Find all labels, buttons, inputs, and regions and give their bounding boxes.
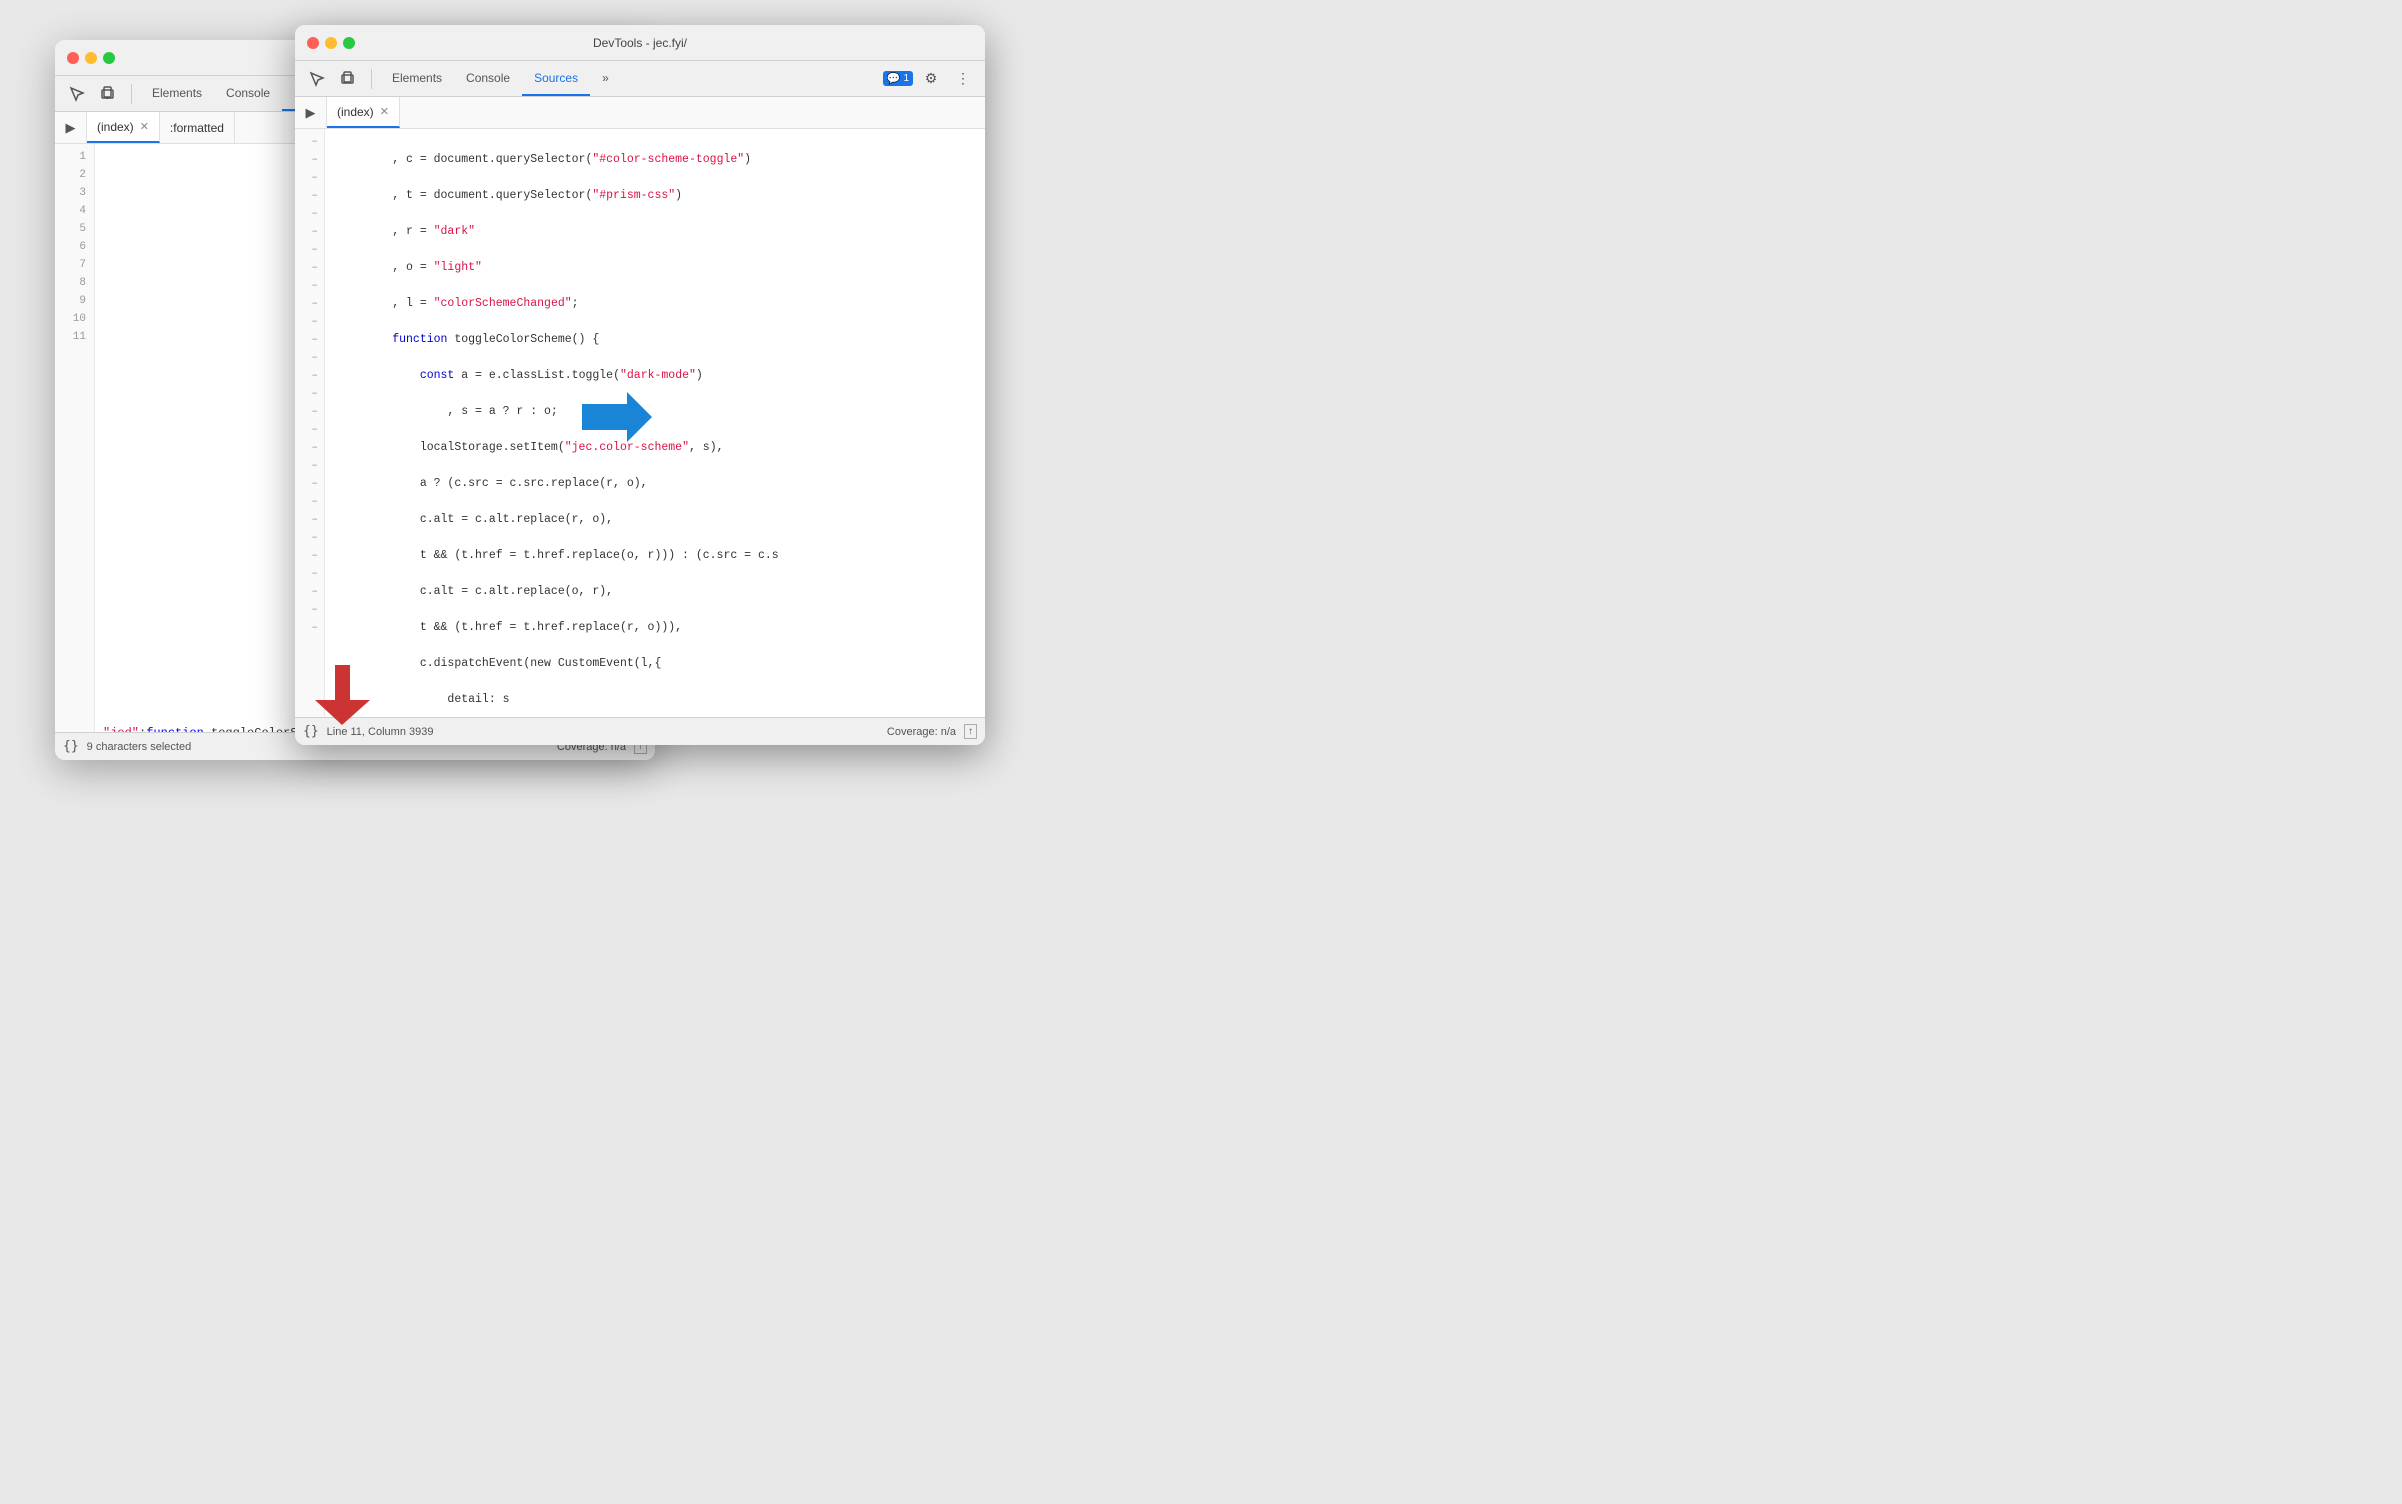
blue-arrow xyxy=(582,392,652,442)
close-button-front[interactable] xyxy=(307,37,319,49)
file-tab-index-back[interactable]: (index) ✕ xyxy=(87,112,160,143)
toolbar-front: Elements Console Sources » 💬 1 ⚙ ⋮ xyxy=(295,61,985,97)
toolbar-divider-back xyxy=(131,84,132,104)
settings-icon-front[interactable]: ⚙ xyxy=(917,65,945,93)
maximize-button-front[interactable] xyxy=(343,37,355,49)
tab-console-back[interactable]: Console xyxy=(214,76,282,111)
sidebar-toggle-back[interactable]: ▶ xyxy=(55,112,87,144)
device-icon[interactable] xyxy=(95,80,123,108)
file-tab-index-front[interactable]: (index) ✕ xyxy=(327,97,400,128)
gutter-front: – – – – – – – – – – – – – – – – – – – – xyxy=(295,129,325,717)
status-text-back: 9 characters selected xyxy=(87,741,192,753)
status-bar-front: {} Line 11, Column 3939 Coverage: n/a ↑ xyxy=(295,717,985,745)
tab-elements-front[interactable]: Elements xyxy=(380,61,454,96)
status-right-front: Coverage: n/a ↑ xyxy=(887,724,977,739)
tab-elements-back[interactable]: Elements xyxy=(140,76,214,111)
maximize-button-back[interactable] xyxy=(103,52,115,64)
file-tab-formatted-back[interactable]: :formatted xyxy=(160,112,235,143)
more-icon-front[interactable]: ⋮ xyxy=(949,65,977,93)
tab-console-front[interactable]: Console xyxy=(454,61,522,96)
curly-braces-icon-back[interactable]: {} xyxy=(63,739,79,754)
minimize-button-front[interactable] xyxy=(325,37,337,49)
status-line-text: Line 11, Column 3939 xyxy=(327,726,434,738)
tab-more-front[interactable]: » xyxy=(590,61,621,96)
minimize-button-back[interactable] xyxy=(85,52,97,64)
file-tab-close-front[interactable]: ✕ xyxy=(380,105,389,118)
traffic-lights-back xyxy=(67,52,115,64)
close-button-back[interactable] xyxy=(67,52,79,64)
red-arrow-actual xyxy=(315,665,370,725)
toolbar-right-front: 💬 1 ⚙ ⋮ xyxy=(883,65,977,93)
device-icon-front[interactable] xyxy=(335,65,363,93)
sidebar-toggle-front[interactable]: ▶ xyxy=(295,97,327,129)
front-code-content[interactable]: , c = document.querySelector("#color-sch… xyxy=(325,129,985,717)
inspect-icon[interactable] xyxy=(63,80,91,108)
inspect-icon-front[interactable] xyxy=(303,65,331,93)
coverage-icon-front[interactable]: ↑ xyxy=(964,724,977,739)
file-tabs-bar-front: ▶ (index) ✕ xyxy=(295,97,985,129)
devtools-window-front: DevTools - jec.fyi/ Elements Console Sou… xyxy=(295,25,985,745)
tab-sources-front[interactable]: Sources xyxy=(522,61,590,96)
chat-badge[interactable]: 💬 1 xyxy=(883,71,913,86)
line-numbers-back: 1 2 3 4 5 6 7 8 9 10 11 xyxy=(55,144,95,732)
traffic-lights-front xyxy=(307,37,355,49)
file-tab-close-back[interactable]: ✕ xyxy=(140,120,149,133)
curly-braces-icon-front[interactable]: {} xyxy=(303,724,319,739)
window-title-front: DevTools - jec.fyi/ xyxy=(593,36,687,50)
toolbar-divider-front xyxy=(371,69,372,89)
toolbar-tabs-front: Elements Console Sources » xyxy=(380,61,621,96)
title-bar-front: DevTools - jec.fyi/ xyxy=(295,25,985,61)
coverage-text-front: Coverage: n/a xyxy=(887,726,956,738)
